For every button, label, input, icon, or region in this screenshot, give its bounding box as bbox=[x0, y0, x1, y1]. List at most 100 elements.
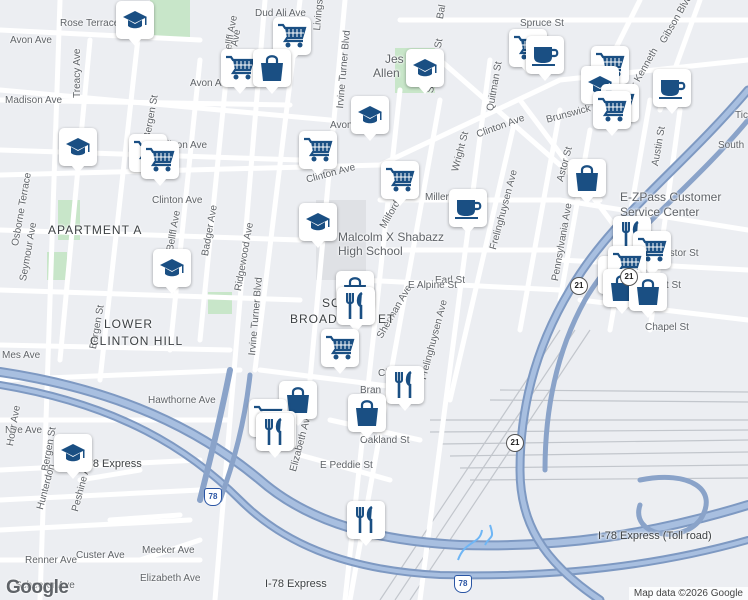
street-label: Meeker Ave bbox=[142, 545, 195, 556]
street-label: South bbox=[718, 140, 745, 151]
street-label: I-78 Express (Toll road) bbox=[598, 530, 712, 542]
shopping-bag-icon bbox=[348, 394, 386, 432]
route-shield: 78 bbox=[454, 575, 472, 593]
neighborhood-label: LOWER bbox=[104, 317, 154, 331]
coffee-icon bbox=[526, 36, 564, 74]
neighborhood-label: APARTMENT A bbox=[48, 223, 143, 237]
route-shield: 21 bbox=[620, 268, 638, 286]
poi-marker-coffee[interactable] bbox=[526, 36, 564, 82]
poi-marker-school[interactable] bbox=[153, 249, 191, 295]
marker-pointer bbox=[605, 128, 619, 136]
poi-marker-school[interactable] bbox=[351, 96, 389, 142]
school-icon bbox=[351, 96, 389, 134]
street-label: Tich bbox=[735, 110, 748, 121]
poi-marker-shopping-cart[interactable] bbox=[593, 91, 631, 137]
school-icon bbox=[116, 1, 154, 39]
place-label[interactable]: High School bbox=[338, 244, 403, 258]
restaurant-icon bbox=[386, 366, 424, 404]
shopping-cart-icon bbox=[299, 131, 337, 169]
school-icon bbox=[54, 434, 92, 472]
marker-pointer bbox=[393, 198, 407, 206]
marker-pointer bbox=[311, 240, 325, 248]
street-label: I-78 Express bbox=[265, 578, 327, 590]
marker-pointer bbox=[359, 538, 373, 546]
street-label: Madison Ave bbox=[5, 95, 63, 106]
shopping-cart-icon bbox=[593, 91, 631, 129]
restaurant-icon bbox=[347, 501, 385, 539]
shopping-cart-icon bbox=[381, 161, 419, 199]
marker-pointer bbox=[66, 471, 80, 479]
marker-pointer bbox=[153, 178, 167, 186]
poi-marker-school[interactable] bbox=[54, 434, 92, 480]
poi-marker-shopping-cart[interactable] bbox=[321, 329, 359, 375]
route-shield: 78 bbox=[204, 488, 222, 506]
park bbox=[150, 0, 190, 40]
place-label[interactable]: Jes bbox=[385, 52, 404, 66]
marker-pointer bbox=[398, 403, 412, 411]
poi-marker-school[interactable] bbox=[116, 1, 154, 47]
coffee-icon bbox=[449, 189, 487, 227]
neighborhood-label: BROAD bbox=[290, 312, 338, 326]
school-icon bbox=[299, 203, 337, 241]
place-label[interactable]: Malcolm X Shabazz bbox=[338, 230, 444, 244]
marker-pointer bbox=[71, 165, 85, 173]
street-label: E Peddie St bbox=[320, 460, 373, 471]
street-label: Avon Ave bbox=[10, 35, 52, 46]
place-label[interactable]: Allen bbox=[373, 66, 400, 80]
school-icon bbox=[406, 49, 444, 87]
street-label: Renner Ave bbox=[25, 555, 78, 566]
google-logo: Google bbox=[6, 577, 69, 598]
poi-marker-restaurant[interactable] bbox=[386, 366, 424, 412]
neighborhood-label: ET bbox=[378, 312, 396, 326]
poi-marker-shopping-cart[interactable] bbox=[299, 131, 337, 177]
marker-pointer bbox=[360, 431, 374, 439]
street-label: Hawthorne Ave bbox=[148, 395, 216, 406]
route-shield: 21 bbox=[506, 434, 524, 452]
route-shield: 21 bbox=[570, 277, 588, 295]
poi-marker-school[interactable] bbox=[299, 203, 337, 249]
street-label: Mes Ave bbox=[2, 350, 41, 361]
street-label: Custer Ave bbox=[76, 550, 125, 561]
marker-pointer bbox=[363, 133, 377, 141]
street-label: Elizabeth Ave bbox=[140, 573, 201, 584]
shopping-bag-icon bbox=[568, 159, 606, 197]
shopping-cart-icon bbox=[321, 329, 359, 367]
poi-marker-shopping-cart[interactable] bbox=[141, 141, 179, 187]
street-label: Chapel St bbox=[645, 322, 689, 333]
poi-marker-restaurant[interactable] bbox=[256, 413, 294, 459]
school-icon bbox=[59, 128, 97, 166]
school-icon bbox=[153, 249, 191, 287]
poi-marker-restaurant[interactable] bbox=[347, 501, 385, 547]
street-label: Spruce St bbox=[520, 18, 564, 29]
poi-marker-school[interactable] bbox=[406, 49, 444, 95]
poi-marker-shopping-bag[interactable] bbox=[348, 394, 386, 440]
place-label[interactable]: E-ZPass Customer bbox=[620, 190, 721, 204]
poi-marker-shopping-bag[interactable] bbox=[568, 159, 606, 205]
poi-marker-coffee[interactable] bbox=[653, 69, 691, 115]
marker-pointer bbox=[265, 86, 279, 94]
street-label: Miller bbox=[425, 192, 449, 203]
marker-pointer bbox=[268, 450, 282, 458]
marker-pointer bbox=[580, 196, 594, 204]
poi-marker-coffee[interactable] bbox=[449, 189, 487, 235]
shopping-bag-icon bbox=[253, 49, 291, 87]
marker-pointer bbox=[641, 310, 655, 318]
street-label: Treacy Ave bbox=[72, 48, 83, 98]
poi-marker-restaurant[interactable] bbox=[337, 287, 375, 333]
marker-pointer bbox=[311, 168, 325, 176]
map-attribution[interactable]: Map data ©2026 Google bbox=[628, 587, 748, 600]
marker-pointer bbox=[615, 306, 629, 314]
marker-pointer bbox=[538, 73, 552, 81]
street-label: Clinton Ave bbox=[152, 195, 203, 206]
marker-pointer bbox=[165, 286, 179, 294]
marker-pointer bbox=[461, 226, 475, 234]
marker-pointer bbox=[333, 366, 347, 374]
shopping-cart-icon bbox=[141, 141, 179, 179]
poi-marker-shopping-cart[interactable] bbox=[381, 161, 419, 207]
poi-marker-shopping-bag[interactable] bbox=[253, 49, 291, 95]
map-canvas[interactable]: Rose TerraceAvon AveAvon AveAvon AveMadi… bbox=[0, 0, 748, 600]
marker-pointer bbox=[665, 106, 679, 114]
poi-marker-school[interactable] bbox=[59, 128, 97, 174]
coffee-icon bbox=[653, 69, 691, 107]
marker-pointer bbox=[418, 86, 432, 94]
